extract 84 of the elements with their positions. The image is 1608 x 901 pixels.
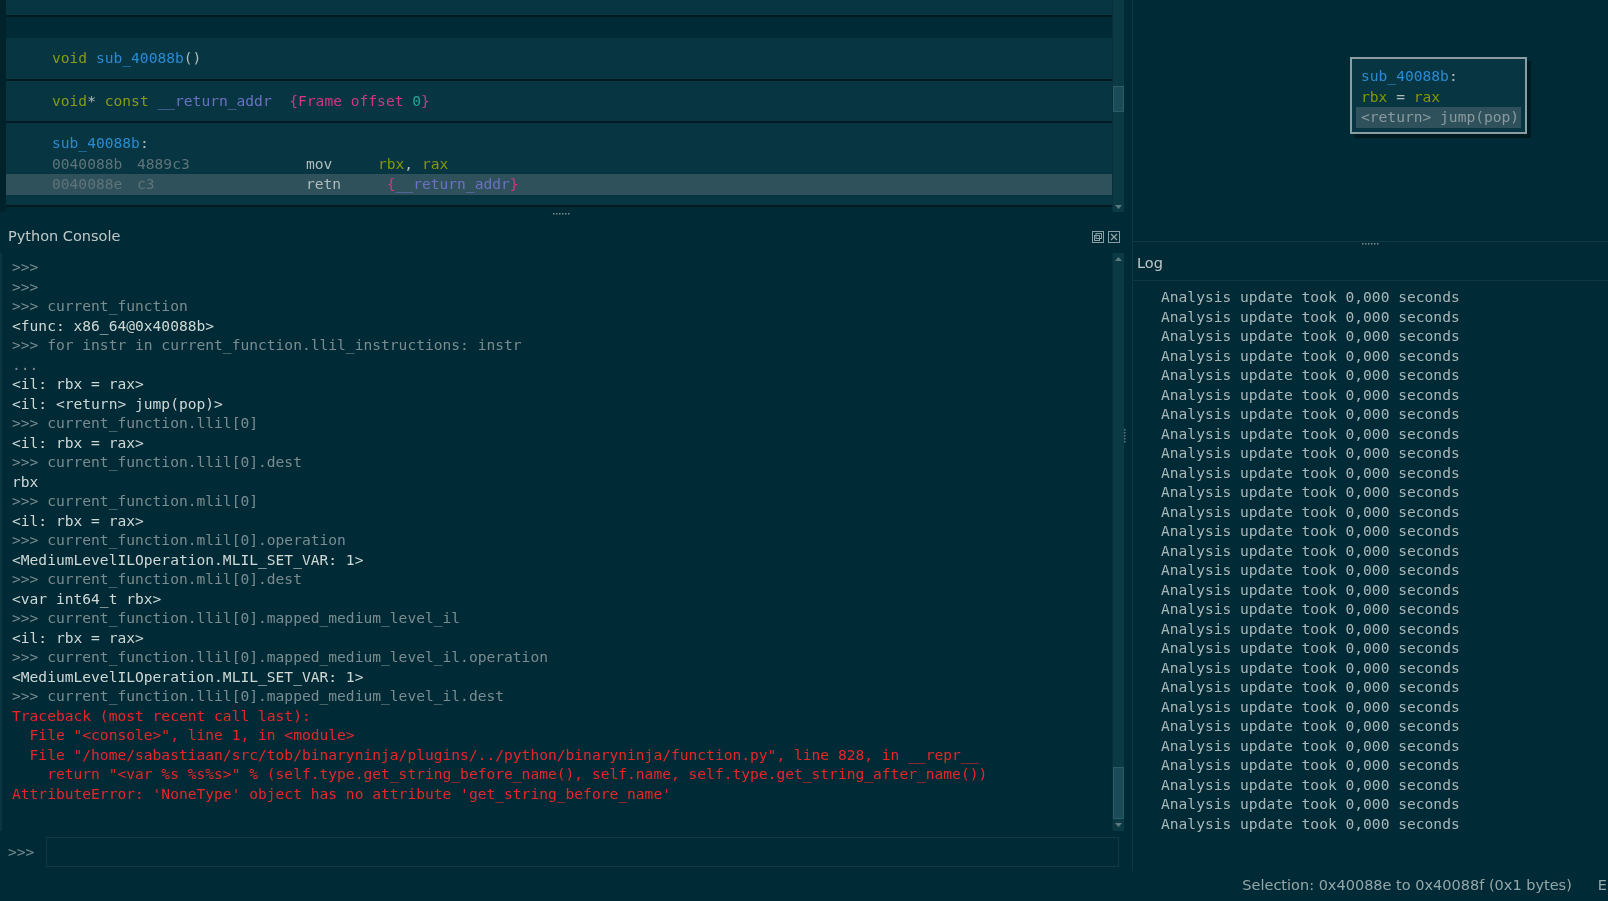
console-line: Traceback (most recent call last): <box>12 706 311 724</box>
log-entry: Analysis update took 0,000 seconds <box>1161 658 1460 676</box>
log-entry: Analysis update took 0,000 seconds <box>1161 814 1460 832</box>
console-line: >>> current_function.mlil[0].operation <box>12 531 346 548</box>
console-line: >>> current_function.mlil[0].dest <box>12 570 302 587</box>
log-entry: Analysis update took 0,000 seconds <box>1161 580 1460 598</box>
console-line: >>> current_function <box>12 297 188 314</box>
console-line: >>> current_function.llil[0].mapped_medium_level_il.operation <box>12 648 548 665</box>
log-entry: Analysis update took 0,000 seconds <box>1161 385 1460 403</box>
log-entry: Analysis update took 0,000 seconds <box>1161 366 1460 383</box>
log-entry: Analysis update took 0,000 seconds <box>1161 307 1460 325</box>
console-line: <il: rbx = rax> <box>12 628 144 646</box>
console-line: return "<var %s %s%s>" % (self.type.get_string_before_name(), self.name, self.type.get_string_after_name()) <box>46 765 988 782</box>
instruction-row[interactable]: 0040088b 4889c3 mov rbx, rax <box>6 153 1112 174</box>
console-line: <MediumLevelILOperation.MLIL_SET_VAR: 1> <box>12 667 364 685</box>
scrollbar[interactable] <box>1112 0 1124 212</box>
scrollbar-thumb[interactable] <box>1113 86 1124 112</box>
log-entry: Analysis update took 0,000 seconds <box>1161 736 1460 754</box>
console-line: >>> <box>12 258 39 275</box>
console-line: <MediumLevelILOperation.MLIL_SET_VAR: 1> <box>12 550 364 568</box>
console-line: <il: <return> jump(pop)> <box>12 394 223 412</box>
code-line: void sub_40088b() <box>52 49 202 66</box>
log-entry: Analysis update took 0,000 seconds <box>1161 795 1460 812</box>
console-line: AttributeError: 'NoneType' object has no attribute 'get_string_before_name' <box>12 784 671 802</box>
log-entry: Analysis update took 0,000 seconds <box>1161 717 1460 734</box>
status-text: E <box>1597 876 1607 896</box>
log-entry: Analysis update took 0,000 seconds <box>1161 327 1460 344</box>
log-entry: Analysis update took 0,000 seconds <box>1161 600 1460 617</box>
console-line: ... <box>12 355 39 373</box>
code-line: sub_40088b: <box>52 134 149 151</box>
log-entry: Analysis update took 0,000 seconds <box>1161 697 1460 715</box>
console-line: >>> current_function.llil[0].dest <box>12 453 302 470</box>
console-line: File "/home/sabastiaan/src/tob/binaryninja/plugins/../python/binaryninja/function.py", line 828, in __repr__ <box>28 745 979 763</box>
console-line: >>> current_function.mlil[0] <box>12 492 258 509</box>
console-line: <func: x86_64@0x40088b> <box>12 316 215 334</box>
log-entry: Analysis update took 0,000 seconds <box>1161 756 1460 773</box>
mnemonic: mov <box>306 153 334 174</box>
log-entry: Analysis update took 0,000 seconds <box>1161 619 1460 637</box>
console-line: >>> <box>12 277 39 295</box>
console-line: <il: rbx = rax> <box>12 375 144 392</box>
log-entry: Analysis update took 0,000 seconds <box>1161 346 1460 364</box>
selection-status: Selection: 0x40088e to 0x40088f (0x1 bytes) <box>1242 876 1572 896</box>
log-entry: Analysis update took 0,000 seconds <box>1161 502 1460 520</box>
scroll-down-icon[interactable] <box>1113 202 1124 212</box>
graph-node-line: <return> jump(pop) <box>1361 108 1520 125</box>
restore-icon[interactable] <box>1092 230 1104 243</box>
splitter-handle[interactable] <box>1361 242 1380 246</box>
close-icon[interactable] <box>1108 230 1120 243</box>
panel-title: Log <box>1137 254 1163 274</box>
console-line: >>> current_function.llil[0].mapped_medium_level_il.dest <box>12 687 505 704</box>
log-entry: Analysis update took 0,000 seconds <box>1161 678 1460 695</box>
panel-title: Python Console <box>8 226 122 246</box>
log-entry: Analysis update took 0,000 seconds <box>1161 522 1460 539</box>
code-line: void* const __return_addr {Frame offset 0} <box>52 91 430 109</box>
splitter-handle[interactable] <box>553 212 571 216</box>
instruction-bytes: 4889c3 <box>137 153 191 174</box>
operand-text: rbx, rax <box>378 154 449 172</box>
scrollbar[interactable] <box>1112 253 1124 831</box>
log-entry: Analysis update took 0,000 seconds <box>1161 639 1460 656</box>
instruction-address: 0040088b <box>52 153 124 174</box>
log-entry: Analysis update took 0,000 seconds <box>1161 424 1460 442</box>
mnemonic: retn <box>306 174 343 194</box>
log-entry: Analysis update took 0,000 seconds <box>1161 288 1460 305</box>
console-prompt: >>> <box>7 841 36 862</box>
operand-text: {__return_addr} <box>385 175 519 192</box>
console-line: <var int64_t rbx> <box>12 589 162 607</box>
console-line: >>> for instr in current_function.llil_instructions: instr <box>12 336 522 353</box>
console-line: <il: rbx = rax> <box>12 511 144 529</box>
scrollbar-thumb[interactable] <box>1113 767 1124 819</box>
log-entry: Analysis update took 0,000 seconds <box>1161 444 1460 461</box>
log-entry: Analysis update took 0,000 seconds <box>1161 541 1460 559</box>
console-line: <il: rbx = rax> <box>12 433 144 451</box>
console-line: >>> current_function.llil[0] <box>12 414 258 431</box>
log-entry: Analysis update took 0,000 seconds <box>1161 561 1460 578</box>
graph-node-line: sub_40088b: <box>1361 67 1458 84</box>
console-line: File "<console>", line 1, in <module> <box>28 726 355 743</box>
log-entry: Analysis update took 0,000 seconds <box>1161 775 1460 793</box>
console-line: >>> current_function.llil[0].mapped_medium_level_il <box>12 609 461 626</box>
log-entry: Analysis update took 0,000 seconds <box>1161 483 1460 500</box>
console-line: rbx <box>12 472 39 490</box>
splitter-handle[interactable] <box>1124 428 1127 443</box>
graph-node-line: rbx = rax <box>1361 87 1441 105</box>
log-entry: Analysis update took 0,000 seconds <box>1161 405 1460 422</box>
log-entry: Analysis update took 0,000 seconds <box>1161 463 1460 481</box>
